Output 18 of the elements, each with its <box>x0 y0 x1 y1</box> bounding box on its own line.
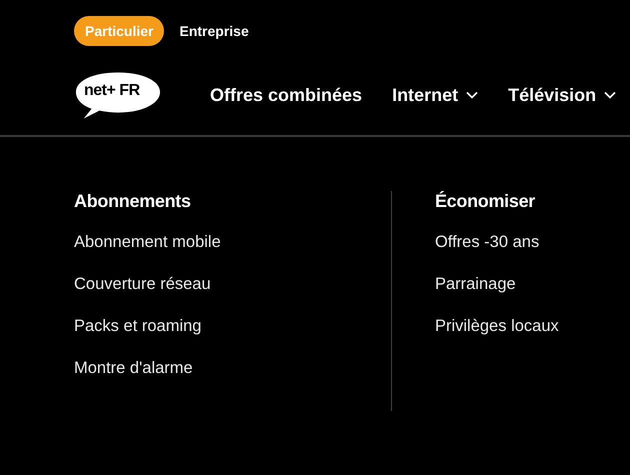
column-heading: Abonnements <box>74 191 192 212</box>
chevron-down-icon[interactable] <box>466 91 478 99</box>
menu-link[interactable]: Packs et roaming <box>74 317 391 359</box>
nav-link[interactable]: Internet <box>392 84 458 106</box>
speech-bubble-icon <box>74 70 162 120</box>
menu-link[interactable]: Privilèges locaux <box>434 317 630 359</box>
menu-link[interactable]: Couverture réseau <box>74 275 391 317</box>
chevron-down-icon[interactable] <box>604 91 616 99</box>
menu-link[interactable]: Parrainage <box>434 275 630 317</box>
logo-text: net+ FR <box>84 82 140 100</box>
menu-link[interactable]: Montre d'alarme <box>74 359 391 401</box>
segment-tab[interactable]: Entreprise <box>168 16 260 46</box>
logo[interactable]: net+ FR <box>74 70 162 120</box>
column-heading: Économiser <box>434 191 536 212</box>
menu-link[interactable]: Offres -30 ans <box>434 233 630 275</box>
menu-link[interactable]: Abonnement mobile <box>74 233 391 275</box>
nav-link[interactable]: Offres combinées <box>210 84 362 106</box>
nav-link[interactable]: Télévision <box>508 84 596 106</box>
